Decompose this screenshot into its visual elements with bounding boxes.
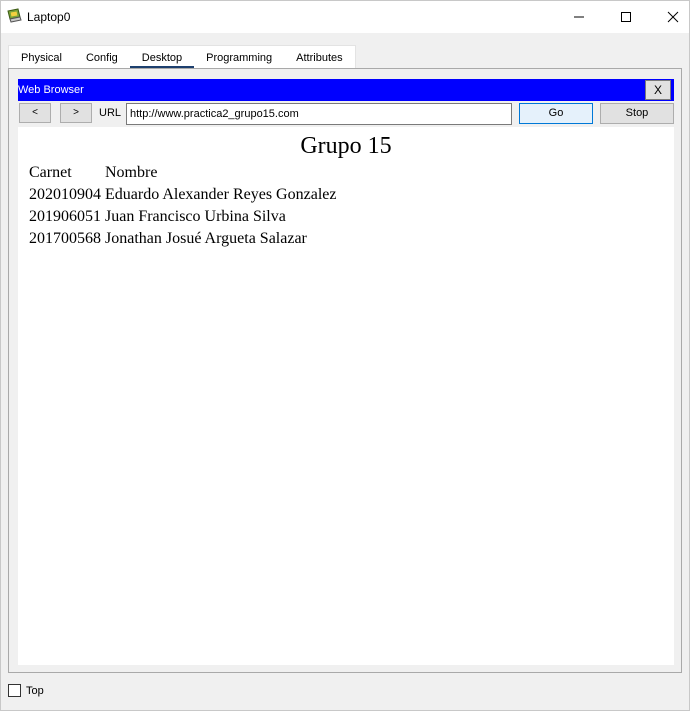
forward-button[interactable]: >: [60, 103, 92, 123]
window-titlebar[interactable]: Laptop0: [1, 1, 689, 33]
tab-physical[interactable]: Physical: [9, 46, 74, 69]
url-input[interactable]: [126, 103, 512, 125]
browser-toolbar: < > URL Go Stop: [18, 101, 674, 127]
maximize-icon: [621, 12, 631, 22]
minimize-icon: [574, 16, 584, 18]
close-icon: [667, 11, 679, 23]
top-checkbox[interactable]: [8, 684, 21, 697]
tab-bar: Physical Config Desktop Programming Attr…: [8, 45, 356, 70]
browser-title: Web Browser: [18, 84, 84, 96]
tab-programming[interactable]: Programming: [194, 46, 284, 69]
laptop-window: Laptop0 Physical Config Desktop Programm…: [0, 0, 690, 711]
table-header-row: Carnet Nombre: [27, 162, 338, 184]
window-title: Laptop0: [27, 10, 71, 24]
cell-nombre: Jonathan Josué Argueta Salazar: [105, 230, 307, 247]
table-row: 201906051 Juan Francisco Urbina Silva: [27, 206, 338, 228]
page-content: Grupo 15 Carnet Nombre 202010904 Eduardo…: [18, 127, 674, 665]
go-button[interactable]: Go: [519, 103, 593, 124]
column-header-nombre: Nombre: [105, 164, 158, 181]
page-heading: Grupo 15: [300, 133, 392, 159]
cell-nombre: Eduardo Alexander Reyes Gonzalez: [105, 186, 337, 203]
tab-desktop[interactable]: Desktop: [129, 46, 195, 70]
browser-close-button[interactable]: X: [645, 80, 671, 100]
cell-carnet: 201700568: [29, 230, 101, 247]
browser-titlebar: Web Browser X: [18, 79, 674, 101]
cell-nombre: Juan Francisco Urbina Silva: [105, 208, 286, 225]
url-label: URL: [99, 107, 122, 119]
table-row: 201700568 Jonathan Josué Argueta Salazar: [27, 228, 338, 250]
close-window-button[interactable]: [650, 1, 690, 33]
top-checkbox-label: Top: [26, 685, 44, 697]
tab-config[interactable]: Config: [74, 46, 130, 69]
table-row: 202010904 Eduardo Alexander Reyes Gonzal…: [27, 184, 338, 206]
web-browser: Web Browser X < > URL Go Stop Grupo 15 C…: [18, 79, 674, 665]
tab-attributes[interactable]: Attributes: [284, 46, 354, 69]
cell-carnet: 202010904: [29, 186, 101, 203]
column-header-carnet: Carnet: [29, 164, 72, 181]
laptop-app-icon: [7, 8, 22, 23]
maximize-button[interactable]: [603, 1, 649, 33]
cell-carnet: 201906051: [29, 208, 101, 225]
minimize-button[interactable]: [556, 1, 602, 33]
stop-button[interactable]: Stop: [600, 103, 674, 124]
members-table: Carnet Nombre 202010904 Eduardo Alexande…: [27, 162, 338, 250]
back-button[interactable]: <: [19, 103, 51, 123]
